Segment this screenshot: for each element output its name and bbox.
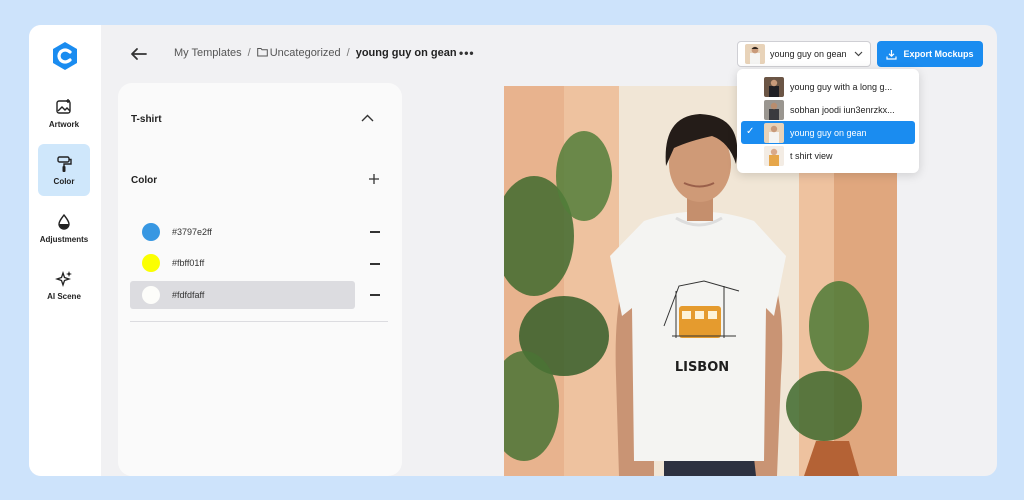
more-options-icon[interactable]: •••	[459, 46, 475, 60]
dropdown-option[interactable]: sobhan joodi iun3enrzkx...	[741, 98, 915, 121]
add-color-icon[interactable]	[368, 173, 380, 185]
rail-item-label: Artwork	[48, 119, 80, 129]
app-window: Artwork Color Adjustments AI Scene My Te…	[29, 25, 997, 476]
mockup-selector[interactable]: young guy on gean	[737, 41, 871, 67]
export-mockups-label: Export Mockups	[903, 49, 974, 59]
dropdown-option-selected[interactable]: ✓ young guy on gean	[741, 121, 915, 144]
rail-item-label: Adjustments	[39, 234, 89, 244]
mockup-thumbnail	[764, 122, 784, 143]
rail-item-adjustments[interactable]: Adjustments	[38, 202, 90, 254]
dropdown-option[interactable]: young guy with a long g...	[741, 75, 915, 98]
color-swatch	[142, 254, 160, 272]
color-hex-label: #fbff01ff	[172, 258, 205, 268]
folder-icon	[256, 48, 268, 57]
color-section-title: Color	[131, 175, 158, 186]
mockup-thumbnail	[745, 44, 765, 64]
dropdown-option-label: young guy on gean	[790, 127, 867, 138]
checkmark-icon: ✓	[746, 126, 755, 137]
remove-color-icon[interactable]	[370, 294, 380, 296]
droplet-icon	[58, 213, 70, 230]
rail-item-ai-scene[interactable]: AI Scene	[38, 259, 90, 311]
mockup-thumbnail	[764, 99, 784, 120]
remove-color-icon[interactable]	[370, 263, 380, 265]
app-logo-icon	[53, 42, 77, 70]
breadcrumb-current: young guy on gean	[355, 47, 457, 59]
artwork-icon	[56, 98, 71, 114]
breadcrumb-folder-link[interactable]: Uncategorized	[256, 47, 341, 59]
export-mockups-button[interactable]: Export Mockups	[877, 41, 983, 67]
dropdown-option-label: young guy with a long g...	[790, 81, 893, 92]
color-swatch	[142, 286, 160, 304]
color-row[interactable]: #fdfdfaff	[130, 281, 355, 309]
sparkles-icon	[55, 270, 72, 287]
chevron-up-icon[interactable]	[361, 114, 374, 122]
color-row[interactable]: #3797e2ff	[130, 218, 355, 246]
rail-item-label: Color	[53, 176, 75, 186]
remove-color-icon[interactable]	[370, 231, 380, 233]
settings-panel: T-shirt Color #3797e2ff #fbff01ff #fdfdf…	[118, 83, 402, 476]
breadcrumb-separator: /	[346, 47, 350, 59]
breadcrumb-root-link[interactable]: My Templates	[174, 47, 242, 59]
shirt-print-text: LISBON	[675, 360, 729, 375]
breadcrumb-separator: /	[247, 47, 251, 59]
panel-title: T-shirt	[131, 114, 162, 125]
rail-item-artwork[interactable]: Artwork	[38, 87, 90, 139]
color-hex-label: #fdfdfaff	[172, 290, 205, 300]
dropdown-option[interactable]: t shirt view	[741, 144, 915, 167]
paint-roller-icon	[57, 155, 72, 172]
tool-rail: Artwork Color Adjustments AI Scene	[29, 25, 101, 476]
breadcrumb-folder-label: Uncategorized	[269, 47, 341, 59]
mockup-thumbnail	[764, 145, 784, 166]
mockup-selector-value: young guy on gean	[770, 49, 847, 59]
rail-item-label: AI Scene	[47, 291, 81, 301]
color-row[interactable]: #fbff01ff	[130, 249, 355, 277]
breadcrumb: My Templates / Uncategorized / young guy…	[174, 47, 457, 59]
dropdown-option-label: sobhan joodi iun3enrzkx...	[790, 104, 895, 115]
download-icon	[886, 49, 898, 60]
mockup-dropdown-menu: young guy with a long g... sobhan joodi …	[737, 69, 919, 173]
rail-item-color[interactable]: Color	[38, 144, 90, 196]
color-swatch	[142, 223, 160, 241]
chevron-down-icon	[854, 51, 863, 57]
color-hex-label: #3797e2ff	[172, 227, 212, 237]
back-arrow-icon[interactable]	[129, 44, 149, 64]
dropdown-option-label: t shirt view	[790, 150, 833, 161]
panel-divider	[130, 321, 388, 322]
mockup-thumbnail	[764, 76, 784, 97]
